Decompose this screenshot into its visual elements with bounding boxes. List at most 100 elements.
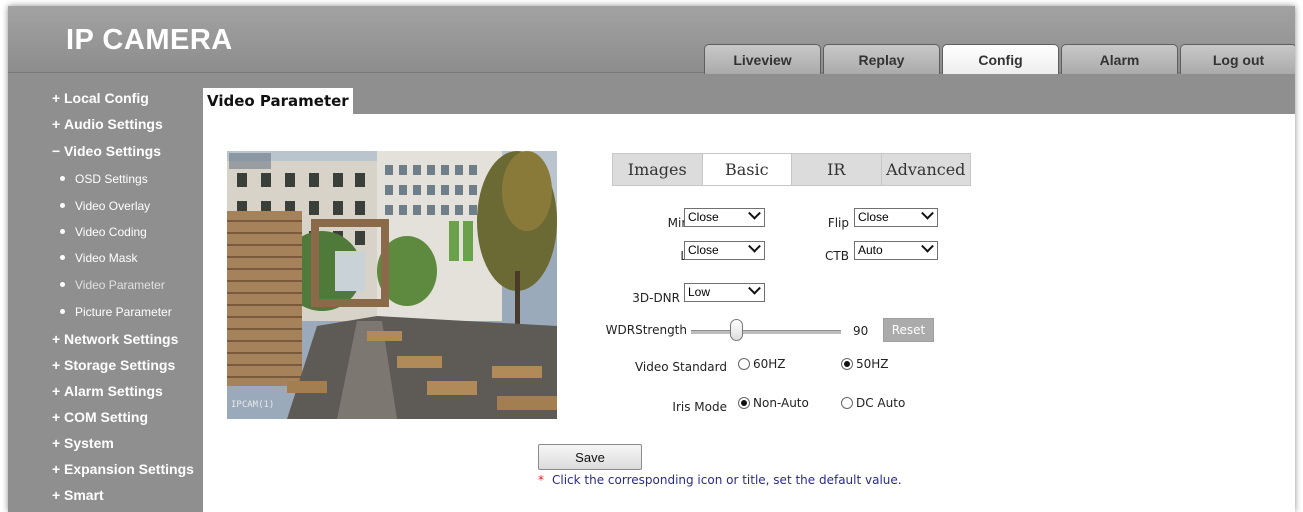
subtab-basic[interactable]: Basic <box>702 154 792 185</box>
bullet-icon <box>60 282 65 288</box>
wdr-strength-label: WDRStrength <box>605 323 687 337</box>
sidebar-menu-smart[interactable]: + Smart <box>52 487 104 503</box>
nav-tab-config[interactable]: Config <box>942 44 1059 74</box>
wdr-strength-slider-handle[interactable] <box>730 319 743 341</box>
sidebar-item-label: Video Parameter <box>75 278 165 292</box>
sidebar-menu-alarm-settings[interactable]: + Alarm Settings <box>52 383 163 399</box>
app-window: IP CAMERA Liveview Replay Config Alarm L… <box>8 6 1295 512</box>
bullet-icon <box>60 229 65 235</box>
expand-icon: + <box>52 435 61 451</box>
expand-icon: + <box>52 331 61 347</box>
radio-icon <box>841 397 853 409</box>
wdr-strength-value: 90 <box>853 324 869 338</box>
video-standard-60hz-radio[interactable]: 60HZ <box>738 357 786 371</box>
iris-mode-label: Iris Mode <box>672 400 727 414</box>
nav-tab-alarm[interactable]: Alarm <box>1061 44 1178 74</box>
save-button[interactable]: Save <box>538 444 642 470</box>
chevron-down-icon <box>748 206 761 220</box>
video-standard-label: Video Standard <box>634 360 727 374</box>
expand-icon: + <box>52 487 61 503</box>
flip-select-value: Close <box>858 210 889 224</box>
app-logo: IP CAMERA <box>66 24 233 56</box>
sidebar-menu-local-config[interactable]: + Local Config <box>52 90 149 106</box>
sidebar-menu-network-settings[interactable]: + Network Settings <box>52 331 178 347</box>
mirror-select[interactable]: Close <box>684 206 765 227</box>
sidebar-menu-label: Network Settings <box>64 331 179 347</box>
mirror-select-value: Close <box>688 210 719 224</box>
sidebar-menu-label: Smart <box>64 487 104 503</box>
sidebar-item-label: Video Mask <box>75 251 138 265</box>
chevron-down-icon <box>748 239 761 253</box>
sidebar-item-label: Video Overlay <box>75 199 151 213</box>
radio-label: 60HZ <box>753 357 786 371</box>
camera-preview: IPCAM(1) <box>227 151 557 419</box>
dnr-select[interactable]: Low <box>684 281 765 302</box>
sidebar-menu-expansion-settings[interactable]: + Expansion Settings <box>52 461 194 477</box>
expand-icon: + <box>52 90 61 106</box>
lsc-select-value: Close <box>688 243 719 257</box>
radio-label: Non-Auto <box>753 396 809 410</box>
camera-preview-image <box>227 151 557 419</box>
nav-tab-liveview[interactable]: Liveview <box>704 44 821 74</box>
wdr-strength-slider-track[interactable] <box>691 330 841 334</box>
sidebar-item-video-parameter[interactable]: Video Parameter <box>60 278 165 292</box>
sidebar-menu-system[interactable]: + System <box>52 435 114 451</box>
sidebar-item-video-mask[interactable]: Video Mask <box>60 251 137 265</box>
radio-label: DC Auto <box>856 396 906 410</box>
sidebar-item-osd-settings[interactable]: OSD Settings <box>60 172 148 186</box>
bullet-icon <box>60 255 65 261</box>
subtab-images[interactable]: Images <box>613 154 703 185</box>
video-standard-50hz-radio[interactable]: 50HZ <box>841 357 889 371</box>
nav-tab-replay[interactable]: Replay <box>823 44 940 74</box>
expand-icon: + <box>52 383 61 399</box>
sidebar-item-picture-parameter[interactable]: Picture Parameter <box>60 305 172 319</box>
settings-subtabs: Images Basic IR Advanced <box>612 153 971 186</box>
expand-icon: + <box>52 357 61 373</box>
nav-tab-logout[interactable]: Log out <box>1180 44 1295 74</box>
radio-selected-icon <box>841 358 853 370</box>
sidebar: + Local Config + Audio Settings − Video Set… <box>8 73 203 512</box>
radio-icon <box>738 358 750 370</box>
radio-selected-icon <box>738 397 750 409</box>
bullet-icon <box>60 203 65 209</box>
bullet-icon <box>60 176 65 182</box>
wdr-reset-button[interactable]: Reset <box>883 318 934 342</box>
flip-select[interactable]: Close <box>854 206 938 227</box>
ctb-select-value: Auto <box>858 243 883 257</box>
sidebar-menu-audio-settings[interactable]: + Audio Settings <box>52 116 163 132</box>
chevron-down-icon <box>921 206 934 220</box>
sidebar-menu-label: System <box>64 435 114 451</box>
sidebar-item-label: Picture Parameter <box>75 305 172 319</box>
flip-label: Flip <box>827 216 849 230</box>
iris-mode-non-auto-radio[interactable]: Non-Auto <box>738 396 809 410</box>
chevron-down-icon <box>748 281 761 295</box>
dnr-select-value: Low <box>688 285 711 299</box>
sidebar-menu-label: COM Setting <box>64 409 148 425</box>
sidebar-menu-com-setting[interactable]: + COM Setting <box>52 409 148 425</box>
expand-icon: + <box>52 461 61 477</box>
main-panel: IPCAM(1) Images Basic IR Advanced Mirror… <box>203 114 1295 512</box>
preview-osd-label: IPCAM(1) <box>231 400 275 410</box>
page-title-tab: Video Parameter <box>203 88 353 116</box>
sidebar-menu-label: Video Settings <box>64 143 161 159</box>
subtab-advanced[interactable]: Advanced <box>881 154 970 185</box>
sidebar-item-video-coding[interactable]: Video Coding <box>60 225 147 239</box>
header: IP CAMERA Liveview Replay Config Alarm L… <box>8 6 1295 74</box>
sidebar-menu-video-settings[interactable]: − Video Settings <box>52 143 161 159</box>
required-star: * <box>538 473 544 487</box>
sidebar-menu-label: Alarm Settings <box>64 383 163 399</box>
ctb-select[interactable]: Auto <box>854 239 938 260</box>
expand-icon: + <box>52 116 61 132</box>
main-nav: Liveview Replay Config Alarm Log out <box>704 44 1295 74</box>
subtab-ir[interactable]: IR <box>792 154 882 185</box>
chevron-down-icon <box>921 239 934 253</box>
sidebar-menu-label: Local Config <box>64 90 149 106</box>
sidebar-item-video-overlay[interactable]: Video Overlay <box>60 199 150 213</box>
iris-mode-dc-auto-radio[interactable]: DC Auto <box>841 396 905 410</box>
sidebar-menu-storage-settings[interactable]: + Storage Settings <box>52 357 175 373</box>
sidebar-menu-label: Storage Settings <box>64 357 176 373</box>
expand-icon: + <box>52 409 61 425</box>
collapse-icon: − <box>52 143 61 159</box>
hint-text: * Click the corresponding icon or title, … <box>538 473 902 487</box>
lsc-select[interactable]: Close <box>684 239 765 260</box>
